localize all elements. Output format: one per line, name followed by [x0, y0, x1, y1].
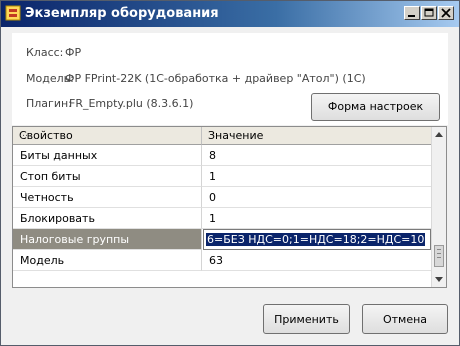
- close-icon: [441, 8, 451, 18]
- close-button[interactable]: [438, 6, 454, 20]
- cancel-button[interactable]: Отмена: [362, 304, 448, 334]
- property-value: 8: [209, 149, 216, 162]
- table-row[interactable]: Четность 0: [13, 187, 432, 208]
- property-name: Стоп биты: [20, 170, 81, 183]
- info-panel: Класс: ФР Модель: ФР FPrint-22K (1С-обра…: [12, 33, 448, 125]
- plugin-value: FR_Empty.plu (8.3.6.1): [69, 97, 194, 110]
- property-value: 0: [209, 191, 216, 204]
- column-header-value[interactable]: Значение: [202, 127, 432, 145]
- column-header-value-label: Значение: [208, 129, 264, 142]
- apply-button-label: Применить: [274, 313, 339, 326]
- property-name: Налоговые группы: [20, 233, 130, 246]
- property-value-selected-text: 6=БЕЗ НДС=0;1=НДС=18;2=НДС=10: [206, 233, 426, 246]
- table-row[interactable]: Стоп биты 1: [13, 166, 432, 187]
- property-value-editor[interactable]: 6=БЕЗ НДС=0;1=НДС=18;2=НДС=10: [203, 229, 431, 250]
- plugin-label: Плагин:: [26, 97, 72, 110]
- property-name: Блокировать: [20, 212, 95, 225]
- settings-form-button-label: Форма настроек: [327, 100, 424, 113]
- column-resize-grip[interactable]: …: [19, 129, 197, 139]
- minimize-button[interactable]: [404, 6, 420, 20]
- window-title: Экземпляр оборудования: [25, 6, 219, 21]
- table-row[interactable]: Биты данных 8: [13, 145, 432, 166]
- maximize-icon: [424, 8, 434, 17]
- vertical-scrollbar[interactable]: [431, 127, 446, 287]
- app-icon: [5, 5, 21, 21]
- scroll-down-icon[interactable]: [432, 271, 446, 287]
- table-row[interactable]: Блокировать 1: [13, 208, 432, 229]
- property-value: 1: [209, 212, 216, 225]
- scrollbar-thumb[interactable]: [434, 245, 444, 267]
- table-row-selected[interactable]: Налоговые группы 6=БЕЗ НДС=0;1=НДС=18;2=…: [13, 229, 432, 250]
- cancel-button-label: Отмена: [382, 313, 428, 326]
- class-label: Класс:: [26, 46, 64, 59]
- class-value: ФР: [65, 46, 82, 59]
- title-bar[interactable]: Экземпляр оборудования: [1, 1, 459, 27]
- table-row[interactable]: Модель 63: [13, 250, 432, 271]
- model-value: ФР FPrint-22K (1С-обработка + драйвер "А…: [65, 72, 366, 85]
- maximize-button[interactable]: [421, 6, 437, 20]
- equipment-instance-window: Экземпляр оборудования Класс: ФР Модель:…: [0, 0, 460, 346]
- scroll-up-icon[interactable]: [432, 127, 446, 143]
- settings-form-button[interactable]: Форма настроек: [311, 93, 440, 121]
- property-name: Биты данных: [20, 149, 98, 162]
- properties-grid: Свойство … Значение Биты данных 8 Стоп б…: [12, 126, 447, 288]
- column-header-property[interactable]: Свойство …: [13, 127, 202, 145]
- property-name: Четность: [20, 191, 74, 204]
- minimize-icon: [408, 15, 415, 17]
- property-value: 63: [209, 254, 223, 267]
- apply-button[interactable]: Применить: [263, 304, 350, 334]
- property-name: Модель: [20, 254, 65, 267]
- property-value: 1: [209, 170, 216, 183]
